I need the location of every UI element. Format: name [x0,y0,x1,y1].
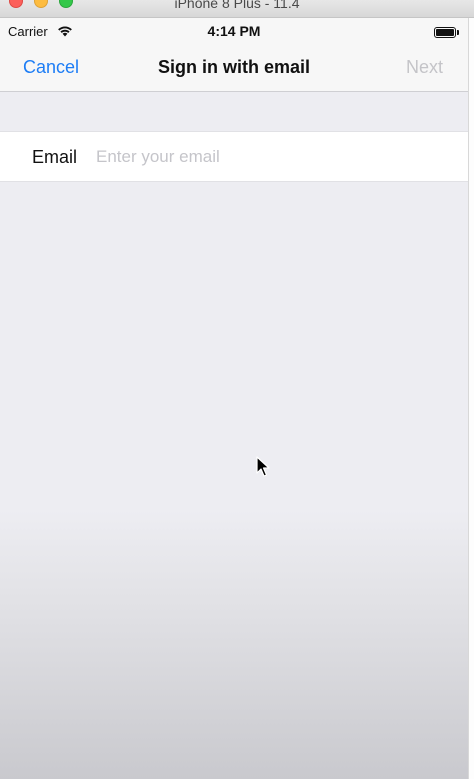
simulator-screen: Carrier 4:14 PM Cancel Sign in with emai… [0,0,468,779]
simulator-title: iPhone 8 Plus - 11.4 [174,0,300,11]
next-button[interactable]: Next [406,57,443,78]
email-label: Email [32,147,78,167]
status-time: 4:14 PM [207,23,261,39]
window-edge [468,0,474,779]
status-bar: Carrier 4:14 PM [0,18,468,46]
page-title: Sign in with email [157,57,310,77]
email-field[interactable] [96,141,456,173]
simulator-title-bar: iPhone 8 Plus - 11.4 [0,0,474,18]
navigation-bar: Cancel Sign in with email Next [0,46,468,92]
mouse-pointer-icon [256,456,270,477]
email-row: Email [0,131,468,182]
battery-icon [434,27,456,38]
battery-cap [457,30,459,35]
